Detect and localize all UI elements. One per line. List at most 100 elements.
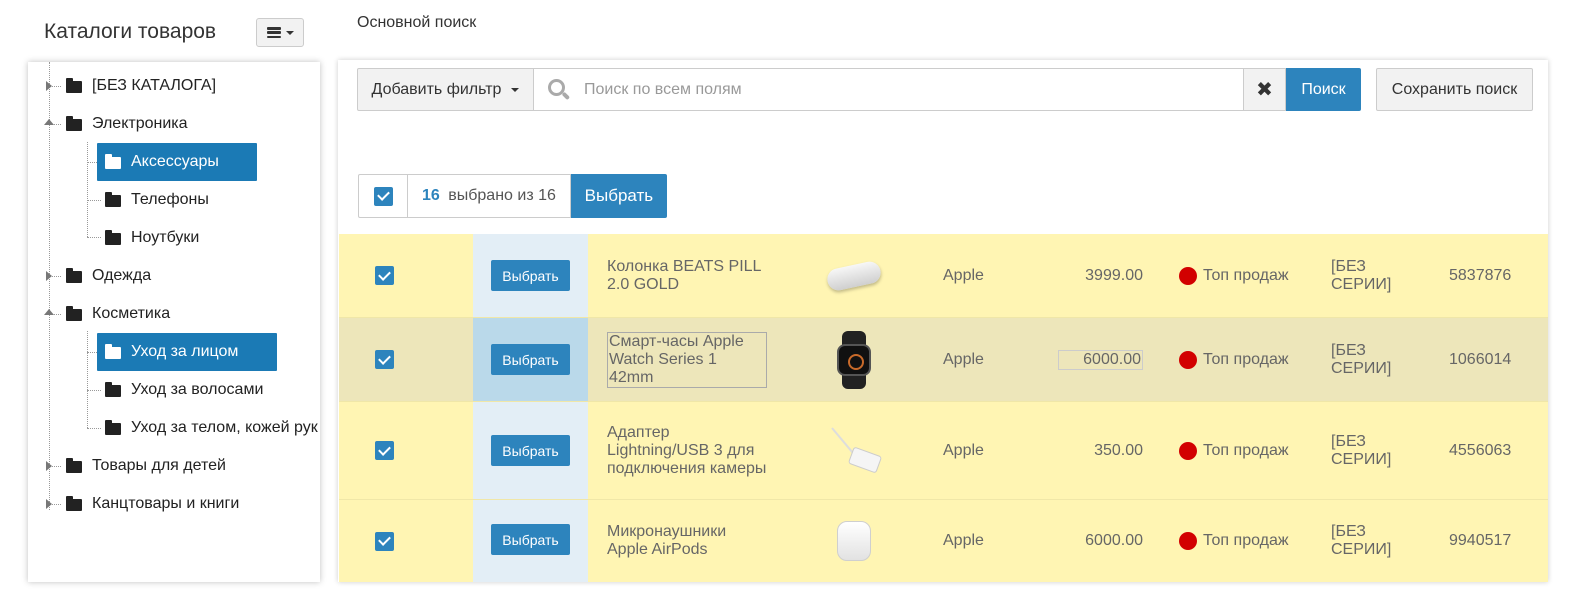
- folder-icon: [105, 382, 121, 397]
- product-name[interactable]: Микронаушники Apple AirPods: [607, 500, 767, 582]
- expand-arrow-icon[interactable]: [46, 461, 52, 471]
- tree-item-phones[interactable]: Телефоны: [105, 183, 209, 217]
- row-checkbox[interactable]: [375, 350, 394, 369]
- products-table: Выбрать Колонка BEATS PILL 2.0 GOLD Appl…: [339, 234, 1548, 582]
- product-code: 5837876: [1449, 266, 1512, 284]
- select-all-checkbox[interactable]: [373, 186, 393, 206]
- product-brand: Apple: [943, 532, 984, 549]
- product-price: 6000.00: [1085, 532, 1143, 549]
- product-code: 4556063: [1449, 441, 1512, 459]
- product-price: 3999.00: [1085, 266, 1143, 284]
- tree-connector: [87, 142, 88, 237]
- product-name[interactable]: Колонка BEATS PILL 2.0 GOLD: [607, 234, 767, 317]
- product-image: [819, 500, 889, 582]
- row-select-button[interactable]: Выбрать: [491, 344, 570, 375]
- tree-item-hair-care[interactable]: Уход за волосами: [105, 373, 263, 407]
- expand-arrow-icon[interactable]: [46, 81, 52, 91]
- tree-connector: [87, 200, 101, 201]
- product-series: [БЕЗ СЕРИИ]: [1331, 523, 1392, 558]
- speaker-image: [825, 259, 883, 292]
- row-checkbox[interactable]: [375, 266, 394, 285]
- product-series: [БЕЗ СЕРИИ]: [1331, 341, 1392, 377]
- caret-down-icon: [285, 30, 294, 35]
- tree-item-no-catalog[interactable]: [БЕЗ КАТАЛОГА]: [66, 69, 216, 103]
- select-button[interactable]: Выбрать: [570, 174, 667, 218]
- status-label: Топ продаж: [1203, 266, 1289, 284]
- tree-item-label: [БЕЗ КАТАЛОГА]: [92, 77, 217, 94]
- catalogs-title: Каталоги товаров: [44, 20, 217, 43]
- status-label: Топ продаж: [1203, 350, 1289, 368]
- selected-count-text: выбрано из 16: [443, 187, 556, 204]
- tree-connector: [87, 331, 88, 428]
- airpods-image: [837, 521, 871, 561]
- table-row[interactable]: Выбрать Микронаушники Apple AirPods Appl…: [339, 500, 1548, 582]
- status-label: Топ продаж: [1203, 532, 1289, 549]
- folder-icon: [66, 306, 82, 321]
- tree-connector: [87, 352, 97, 353]
- folder-icon: [105, 192, 121, 207]
- tree-item-laptops[interactable]: Ноутбуки: [105, 221, 199, 255]
- row-checkbox[interactable]: [375, 441, 394, 460]
- tree-item-clothing[interactable]: Одежда: [66, 259, 151, 293]
- page-title: Основной поиск: [357, 14, 477, 31]
- product-price: 6000.00: [1058, 349, 1143, 370]
- folder-icon: [66, 116, 82, 131]
- tree-item-kids[interactable]: Товары для детей: [66, 449, 226, 483]
- clear-search-button[interactable]: ✖: [1243, 68, 1286, 111]
- product-price-cell: 6000.00: [1058, 318, 1143, 401]
- folder-icon: [105, 230, 121, 245]
- expand-arrow-icon[interactable]: [46, 499, 52, 509]
- product-name[interactable]: Смарт-часы Apple Watch Series 1 42mm: [607, 331, 767, 388]
- product-series: [БЕЗ СЕРИИ]: [1331, 432, 1392, 468]
- status-dot-icon: [1179, 350, 1197, 369]
- table-row[interactable]: Выбрать Колонка BEATS PILL 2.0 GOLD Appl…: [339, 234, 1548, 318]
- tree-item-label: Ноутбуки: [131, 229, 200, 246]
- select-all-wrap: [358, 174, 408, 218]
- row-select-button[interactable]: Выбрать: [491, 260, 570, 291]
- status-dot-icon: [1179, 266, 1197, 285]
- row-select-button[interactable]: Выбрать: [491, 524, 570, 555]
- search-field: [534, 68, 1244, 111]
- collapse-arrow-icon[interactable]: [44, 309, 54, 315]
- watch-image: [834, 330, 874, 389]
- product-image: [819, 318, 889, 401]
- hamburger-icon: [266, 27, 281, 38]
- table-row[interactable]: Выбрать Смарт-часы Apple Watch Series 1 …: [339, 318, 1548, 402]
- status-dot-icon: [1179, 441, 1197, 460]
- tree-item-electronics[interactable]: Электроника: [66, 107, 188, 141]
- status-dot-icon: [1179, 532, 1197, 550]
- folder-icon: [66, 496, 82, 511]
- table-row[interactable]: Выбрать Адаптер Lightning/USB 3 для подк…: [339, 402, 1548, 500]
- tree-item-label: Одежда: [92, 267, 152, 284]
- folder-icon: [66, 268, 82, 283]
- add-filter-button[interactable]: Добавить фильтр: [357, 68, 534, 111]
- close-icon: ✖: [1256, 79, 1273, 101]
- status-label: Топ продаж: [1203, 441, 1289, 459]
- tree-item-label: Уход за лицом: [131, 343, 239, 360]
- product-name[interactable]: Адаптер Lightning/USB 3 для подключения …: [607, 402, 767, 499]
- row-select-button[interactable]: Выбрать: [491, 435, 570, 466]
- tree-item-accessories[interactable]: Аксессуары: [97, 143, 257, 181]
- product-price: 350.00: [1094, 441, 1143, 459]
- save-search-button[interactable]: Сохранить поиск: [1376, 68, 1533, 111]
- tree-item-body-care[interactable]: Уход за телом, кожей рук: [105, 411, 318, 445]
- tree-item-stationery[interactable]: Канцтовары и книги: [66, 487, 239, 521]
- folder-icon: [105, 154, 121, 169]
- expand-arrow-icon[interactable]: [46, 271, 52, 281]
- product-status: Топ продаж: [1179, 318, 1289, 401]
- product-code: 9940517: [1449, 532, 1512, 549]
- search-input[interactable]: [584, 80, 1224, 99]
- tree-item-cosmetics[interactable]: Косметика: [66, 297, 170, 331]
- row-checkbox[interactable]: [375, 531, 394, 551]
- row-select-cell: [375, 500, 394, 582]
- search-button[interactable]: Поиск: [1286, 68, 1361, 111]
- product-image: [819, 234, 889, 317]
- selected-count: 16 выбрано из 16: [408, 174, 571, 218]
- collapse-arrow-icon[interactable]: [44, 119, 54, 125]
- product-status: Топ продаж: [1179, 234, 1289, 317]
- catalog-menu-button[interactable]: [256, 18, 304, 47]
- tree-item-face-care[interactable]: Уход за лицом: [97, 333, 277, 371]
- selection-toolbar: 16 выбрано из 16 Выбрать: [358, 174, 667, 218]
- tree-item-label: Косметика: [92, 305, 171, 322]
- tree-item-label: Телефоны: [131, 191, 209, 208]
